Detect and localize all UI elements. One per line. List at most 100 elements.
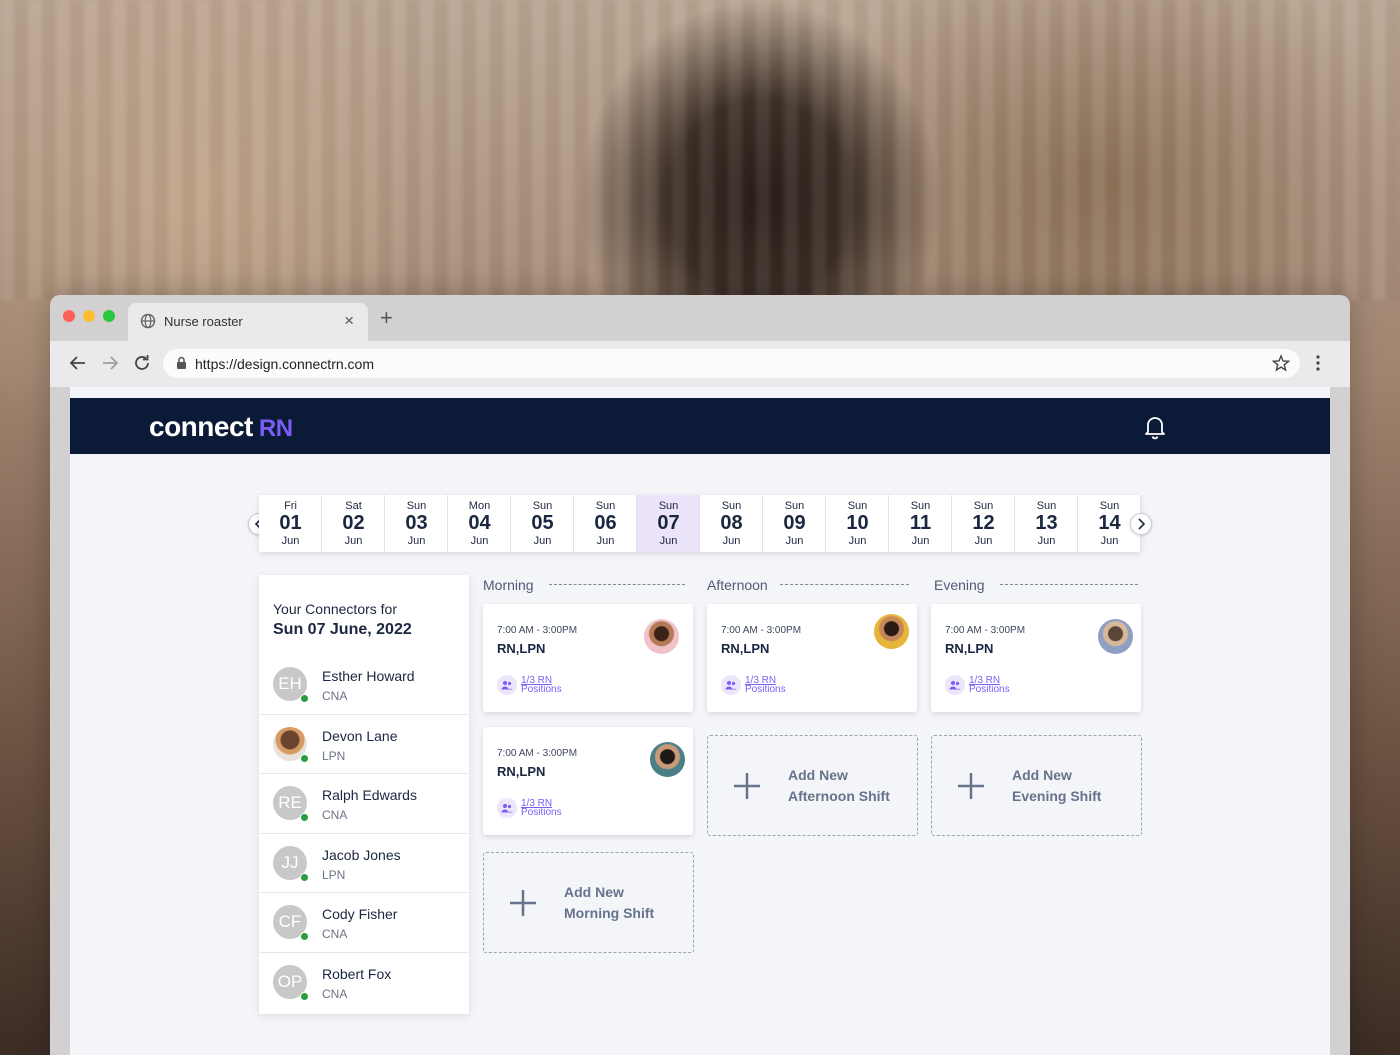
date-weekday: Sun (532, 500, 553, 512)
date-month: Jun (596, 535, 615, 547)
add-morning-shift-button[interactable]: Add New Morning Shift (483, 852, 694, 953)
back-arrow-icon[interactable] (67, 352, 89, 374)
maximize-window-button[interactable] (103, 310, 115, 322)
connector-role: CNA (322, 808, 348, 822)
page-viewport: connect RN Fri 01 Jun Sat 02 Jun Sun 03 Jun Mon 04 J… (70, 387, 1330, 1055)
connector-role: CNA (322, 927, 348, 941)
reload-icon[interactable] (131, 352, 153, 374)
background-photo (0, 0, 1400, 300)
people-icon (721, 675, 741, 695)
date-weekday: Sun (910, 500, 931, 512)
date-item[interactable]: Sun 03 Jun (385, 495, 448, 552)
assigned-nurse-avatar[interactable] (644, 619, 679, 654)
positions-label: Positions (521, 807, 562, 818)
date-month: Jun (533, 535, 552, 547)
url-text: https://design.connectrn.com (195, 356, 374, 372)
add-shift-label: Morning Shift (564, 905, 655, 921)
connector-name: Devon Lane (322, 727, 398, 744)
browser-tab[interactable]: Nurse roaster × (128, 303, 368, 341)
bookmark-star-icon[interactable] (1272, 354, 1290, 372)
shift-card-afternoon-1[interactable]: 7:00 AM - 3:00PM RN,LPN 1/3 RN Positions (707, 604, 917, 712)
shift-card-morning-2[interactable]: 7:00 AM - 3:00PM RN,LPN 1/3 RN Positions (483, 727, 693, 835)
people-icon (497, 798, 517, 818)
connector-list-item[interactable]: RE Ralph Edwards CNA (259, 774, 469, 834)
date-weekday: Sun (784, 500, 805, 512)
date-weekday: Mon (468, 500, 491, 512)
connector-list-item[interactable]: JJ Jacob Jones LPN (259, 834, 469, 893)
divider (780, 584, 909, 585)
connector-list-item[interactable]: OP Robert Fox CNA (259, 953, 469, 1013)
people-icon (497, 675, 517, 695)
column-afternoon-label: Afternoon (707, 577, 768, 593)
address-bar[interactable]: https://design.connectrn.com (163, 349, 1300, 378)
connector-role: CNA (322, 689, 348, 703)
shift-roles: RN,LPN (497, 641, 546, 656)
date-month: Jun (974, 535, 993, 547)
connector-name: Ralph Edwards (322, 787, 417, 803)
connectrn-logo[interactable]: connect RN (149, 411, 293, 443)
connector-list-item[interactable]: CF Cody Fisher CNA (259, 893, 469, 953)
app-navbar: connect RN (70, 398, 1330, 454)
add-afternoon-shift-button[interactable]: Add New Afternoon Shift (707, 735, 918, 836)
connector-list-item[interactable]: Devon Lane LPN (259, 715, 469, 774)
connectors-panel: Your Connectors for Sun 07 June, 2022 EH… (259, 575, 469, 1014)
date-number: 06 (594, 512, 617, 534)
connector-list-item[interactable]: EH Esther Howard CNA (259, 655, 469, 715)
browser-toolbar: https://design.connectrn.com (50, 341, 1350, 387)
date-weekday: Sun (658, 500, 679, 512)
date-month: Jun (785, 535, 804, 547)
date-month: Jun (659, 535, 678, 547)
positions-label: Positions (745, 684, 786, 695)
shift-card-morning-1[interactable]: 7:00 AM - 3:00PM RN,LPN 1/3 RN Positions (483, 604, 693, 712)
date-item[interactable]: Sun 06 Jun (574, 495, 637, 552)
close-window-button[interactable] (63, 310, 75, 322)
next-dates-button[interactable] (1130, 513, 1152, 535)
date-strip: Fri 01 Jun Sat 02 Jun Sun 03 Jun Mon 04 Jun Sun 05 Jun… (259, 495, 1141, 552)
date-item[interactable]: Sun 12 Jun (952, 495, 1015, 552)
browser-menu-icon[interactable] (1312, 353, 1324, 373)
add-evening-shift-button[interactable]: Add New Evening Shift (931, 735, 1142, 836)
notification-bell-icon[interactable] (1143, 414, 1167, 440)
plus-icon (510, 890, 536, 916)
date-weekday: Sun (721, 500, 742, 512)
add-shift-label: Add New (788, 767, 848, 783)
date-item[interactable]: Sun 09 Jun (763, 495, 826, 552)
date-item[interactable]: Sat 02 Jun (322, 495, 385, 552)
positions-label: Positions (969, 684, 1010, 695)
date-item[interactable]: Fri 01 Jun (259, 495, 322, 552)
date-item[interactable]: Sun 07 Jun (637, 495, 700, 552)
online-status-dot (300, 991, 309, 1001)
date-number: 01 (279, 512, 302, 534)
browser-window: Nurse roaster × + https://design.connect… (50, 295, 1350, 1055)
shift-time: 7:00 AM - 3:00PM (497, 625, 578, 636)
assigned-nurse-avatar[interactable] (1098, 619, 1133, 654)
add-shift-label: Evening Shift (1012, 788, 1102, 804)
assigned-nurse-avatar[interactable] (650, 742, 685, 777)
date-number: 07 (657, 512, 680, 534)
connector-name: Esther Howard (322, 668, 415, 684)
forward-arrow-icon[interactable] (99, 352, 121, 374)
date-number: 10 (846, 512, 869, 534)
date-item[interactable]: Sun 05 Jun (511, 495, 574, 552)
date-item[interactable]: Sun 10 Jun (826, 495, 889, 552)
connectors-date: Sun 07 June, 2022 (273, 621, 412, 638)
column-evening-label: Evening (934, 577, 985, 593)
date-weekday: Sat (345, 500, 362, 512)
shift-roles: RN,LPN (721, 641, 770, 656)
new-tab-button[interactable]: + (380, 307, 393, 329)
connector-name: Robert Fox (322, 965, 392, 982)
shift-card-evening-1[interactable]: 7:00 AM - 3:00PM RN,LPN 1/3 RN Positions (931, 604, 1141, 712)
minimize-window-button[interactable] (83, 310, 95, 322)
date-item[interactable]: Sun 08 Jun (700, 495, 763, 552)
plus-icon (958, 773, 984, 799)
date-item[interactable]: Sun 13 Jun (1015, 495, 1078, 552)
connector-name: Cody Fisher (322, 906, 398, 922)
globe-icon (140, 313, 156, 329)
date-item[interactable]: Mon 04 Jun (448, 495, 511, 552)
date-weekday: Sun (595, 500, 616, 512)
tab-close-icon[interactable]: × (344, 311, 354, 331)
assigned-nurse-avatar[interactable] (874, 614, 909, 649)
date-weekday: Sun (406, 500, 427, 512)
date-item[interactable]: Sun 11 Jun (889, 495, 952, 552)
date-number: 13 (1035, 512, 1058, 534)
